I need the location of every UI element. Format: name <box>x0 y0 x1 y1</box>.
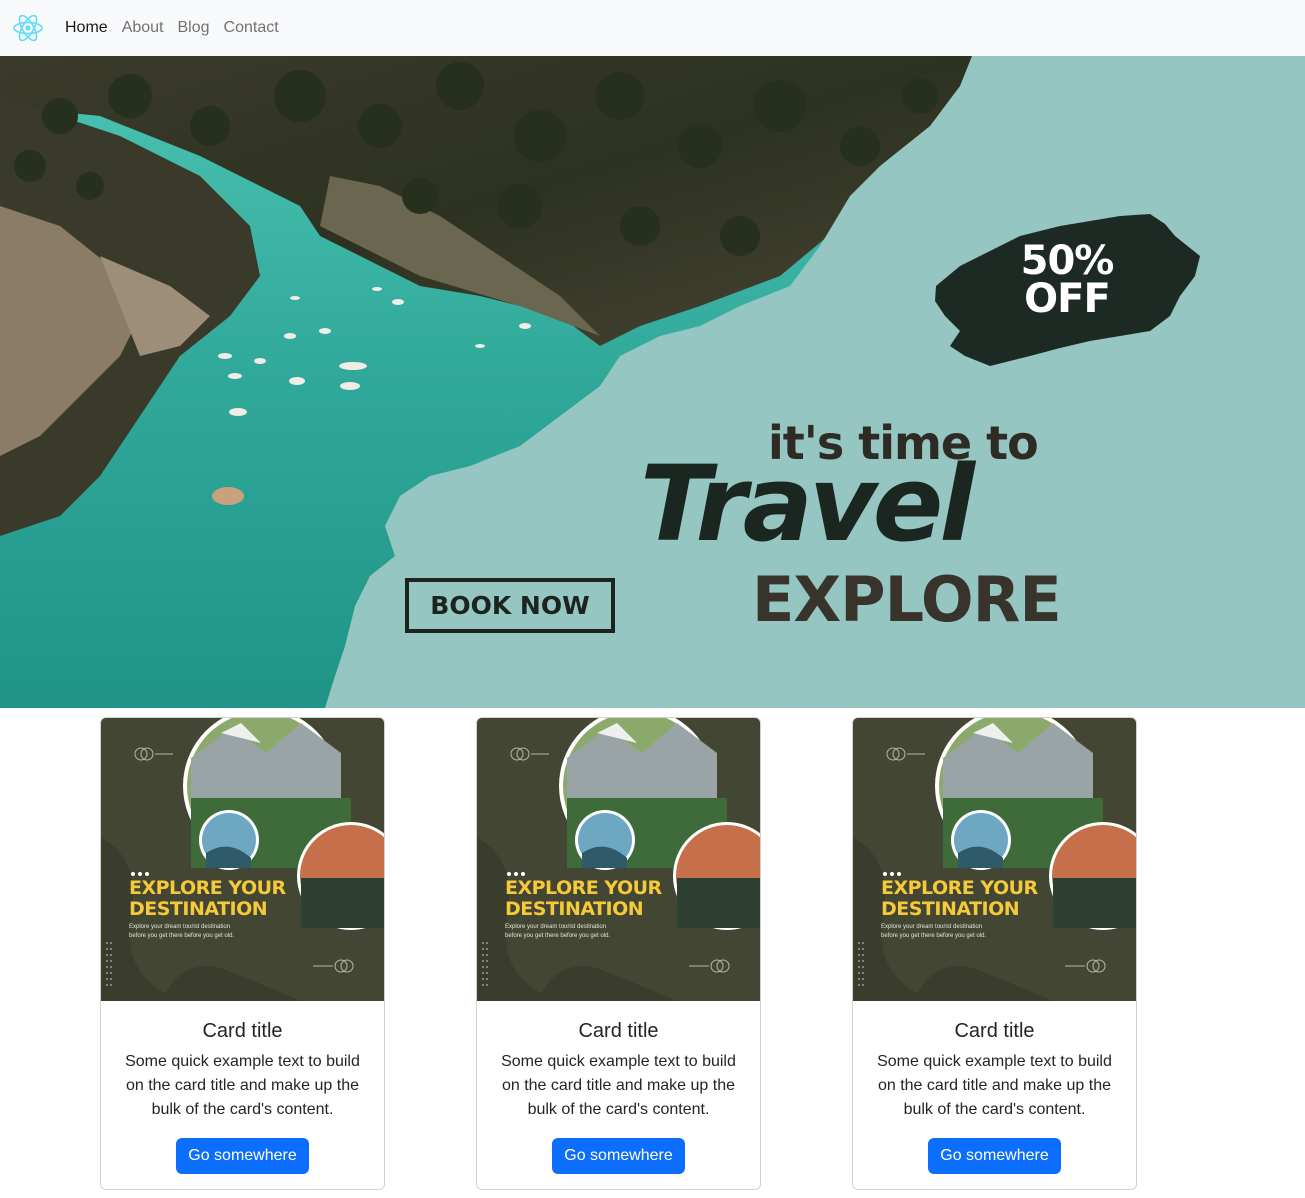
card-body: Card title Some quick example text to bu… <box>477 1001 760 1189</box>
nav-link-about[interactable]: About <box>115 19 171 37</box>
nav-link-blog[interactable]: Blog <box>171 19 217 37</box>
card-poster-image: EXPLORE YOUR DESTINATION Explore your dr… <box>477 718 760 1001</box>
navbar: Home About Blog Contact <box>0 0 1305 56</box>
nav-link-contact[interactable]: Contact <box>217 19 286 37</box>
discount-badge-line2: OFF <box>1024 276 1111 322</box>
go-somewhere-button[interactable]: Go somewhere <box>176 1138 309 1174</box>
nav-links: Home About Blog Contact <box>58 0 286 56</box>
card-poster-image: EXPLORE YOUR DESTINATION Explore your dr… <box>853 718 1136 1001</box>
discount-badge: 50% OFF <box>1000 238 1134 322</box>
book-now-button[interactable]: BOOK NOW <box>405 578 615 633</box>
card-title: Card title <box>578 1020 659 1042</box>
poster-subtitle-line2: before you get there before you get old. <box>881 933 987 939</box>
react-atom-icon[interactable] <box>12 12 44 44</box>
poster-subtitle-line1: Explore your dream tourist destination <box>881 924 983 930</box>
hero-tagline-explore: EXPLORE <box>752 563 1062 636</box>
card-title: Card title <box>954 1020 1035 1042</box>
nav-link-home[interactable]: Home <box>58 19 115 37</box>
poster-subtitle: Explore your dream tourist destination b… <box>129 923 329 941</box>
poster-subtitle: Explore your dream tourist destination b… <box>505 923 705 941</box>
card-text: Some quick example text to build on the … <box>877 1053 1112 1118</box>
card-poster-image: EXPLORE YOUR DESTINATION Explore your dr… <box>101 718 384 1001</box>
card-body: Card title Some quick example text to bu… <box>101 1001 384 1189</box>
poster-title: EXPLORE YOUR DESTINATION <box>129 878 286 920</box>
card: EXPLORE YOUR DESTINATION Explore your dr… <box>100 717 385 1190</box>
poster-title-line1: EXPLORE YOUR <box>505 877 662 899</box>
card: EXPLORE YOUR DESTINATION Explore your dr… <box>476 717 761 1190</box>
card-body: Card title Some quick example text to bu… <box>853 1001 1136 1189</box>
card-title: Card title <box>202 1020 283 1042</box>
poster-title-line1: EXPLORE YOUR <box>129 877 286 899</box>
poster-subtitle-line2: before you get there before you get old. <box>505 933 611 939</box>
poster-title-line2: DESTINATION <box>129 898 268 920</box>
poster-title: EXPLORE YOUR DESTINATION <box>881 878 1038 920</box>
hero-banner: 50% OFF it's time to Travel EXPLORE BOOK… <box>0 56 1305 708</box>
poster-subtitle-line1: Explore your dream tourist destination <box>505 924 607 930</box>
poster-title-line2: DESTINATION <box>505 898 644 920</box>
poster-title-line1: EXPLORE YOUR <box>881 877 1038 899</box>
hero-landscape-image <box>0 56 1200 708</box>
poster-title: EXPLORE YOUR DESTINATION <box>505 878 662 920</box>
discount-badge-line1: 50% <box>1020 238 1115 284</box>
poster-title-line2: DESTINATION <box>881 898 1020 920</box>
card-text: Some quick example text to build on the … <box>125 1053 360 1118</box>
poster-subtitle: Explore your dream tourist destination b… <box>881 923 1081 941</box>
hero-tagline-big: Travel <box>640 443 975 565</box>
card-text: Some quick example text to build on the … <box>501 1053 736 1118</box>
go-somewhere-button[interactable]: Go somewhere <box>552 1138 685 1174</box>
poster-subtitle-line1: Explore your dream tourist destination <box>129 924 231 930</box>
card: EXPLORE YOUR DESTINATION Explore your dr… <box>852 717 1137 1190</box>
go-somewhere-button[interactable]: Go somewhere <box>928 1138 1061 1174</box>
poster-subtitle-line2: before you get there before you get old. <box>129 933 235 939</box>
